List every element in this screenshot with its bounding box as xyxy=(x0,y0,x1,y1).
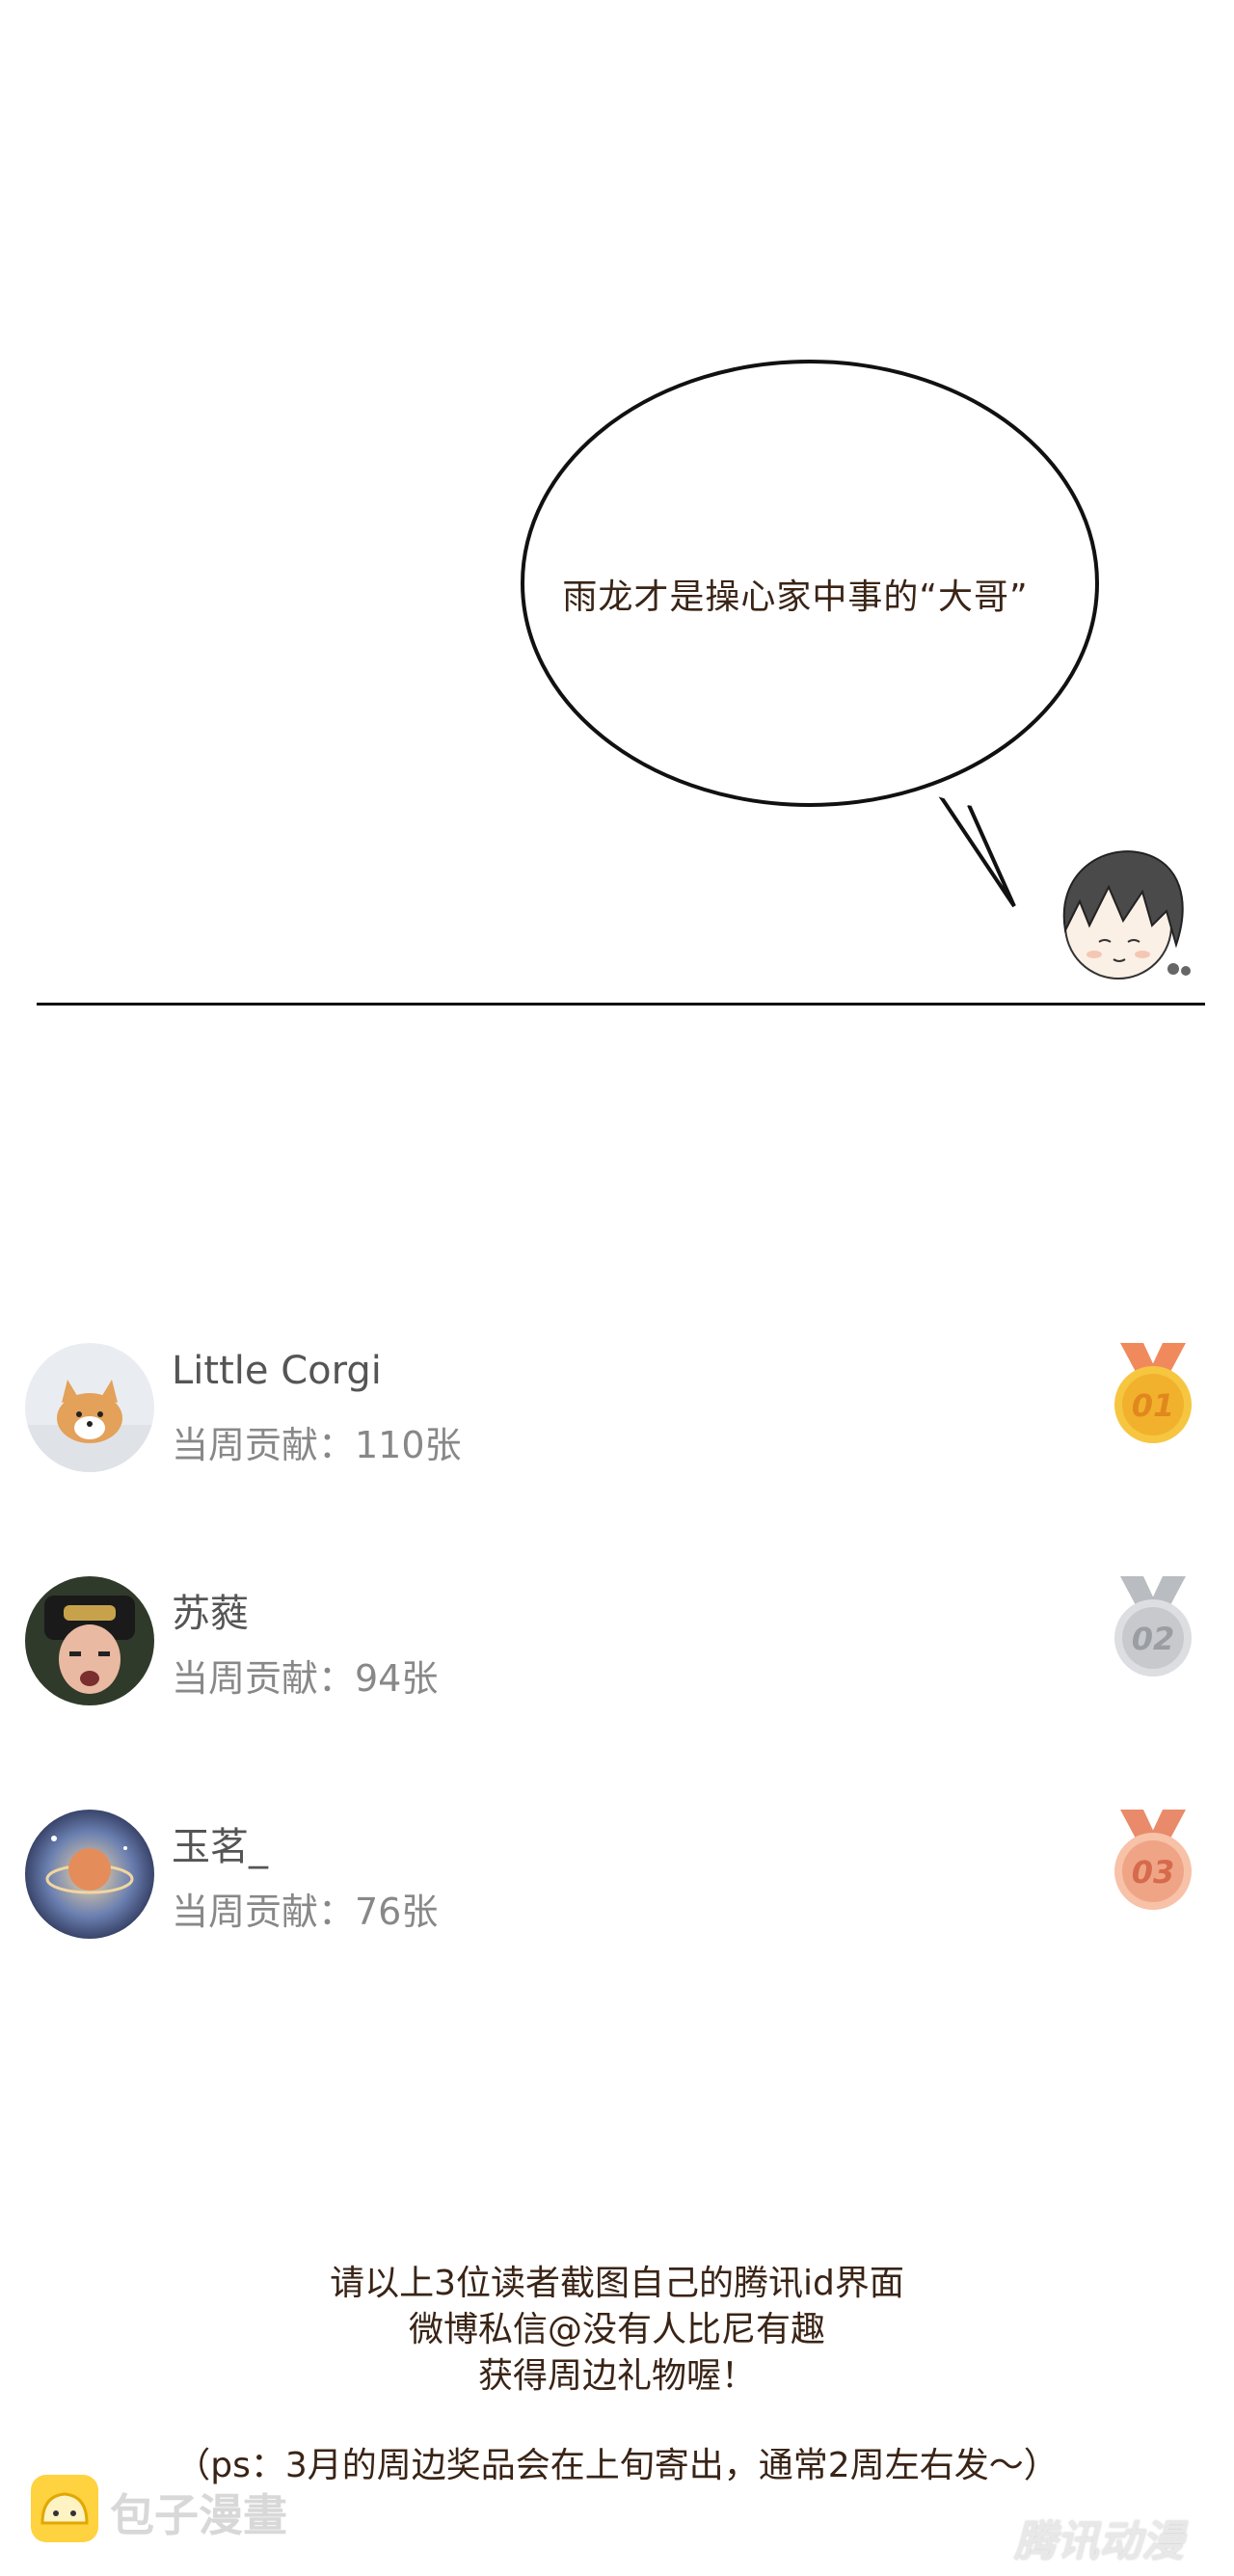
weekly-contribution: 当周贡献：76张 xyxy=(172,1891,439,1933)
user-name: 玉茗_ xyxy=(172,1825,268,1869)
section-divider xyxy=(37,1003,1205,1006)
notice-line-2: 微博私信@没有人比尼有趣 xyxy=(408,2310,825,2349)
avatar xyxy=(25,1343,154,1472)
notice-line-3: 获得周边礼物喔！ xyxy=(477,2356,756,2396)
weekly-contribution: 当周贡献：94张 xyxy=(172,1657,439,1700)
weekly-contribution: 当周贡献：110张 xyxy=(172,1424,462,1466)
watermark-left-text: 包子漫畫 xyxy=(110,2489,287,2541)
user-name: Little Corgi xyxy=(172,1349,382,1393)
avatar xyxy=(25,1576,154,1705)
svg-text:01: 01 xyxy=(1132,1387,1175,1424)
ranking-row-1: Little Corgi 当周贡献：110张 01 xyxy=(0,1343,1234,1478)
avatar xyxy=(25,1810,154,1939)
user-name: 苏蕤 xyxy=(172,1592,249,1636)
chibi-character-head xyxy=(1062,850,1191,979)
watermark-right: 腾讯动漫 xyxy=(1014,2517,1184,2566)
speech-bubble xyxy=(521,360,1099,908)
ranking-row-2: 苏蕤 当周贡献：94张 02 xyxy=(0,1576,1234,1711)
watermark-left: 包子漫畫 xyxy=(29,2473,287,2550)
svg-text:03: 03 xyxy=(1132,1854,1175,1891)
bun-logo-icon xyxy=(31,2475,98,2542)
silver-medal-icon: 02 xyxy=(1114,1576,1192,1677)
bronze-medal-icon: 03 xyxy=(1114,1810,1192,1910)
svg-text:02: 02 xyxy=(1132,1621,1175,1657)
ranking-row-3: 玉茗_ 当周贡献：76张 03 xyxy=(0,1810,1234,1945)
bubble-text: 雨龙才是操心家中事的“大哥” xyxy=(562,577,1029,617)
gold-medal-icon: 01 xyxy=(1114,1343,1192,1443)
notice-line-1: 请以上3位读者截图自己的腾讯id界面 xyxy=(330,2264,904,2303)
